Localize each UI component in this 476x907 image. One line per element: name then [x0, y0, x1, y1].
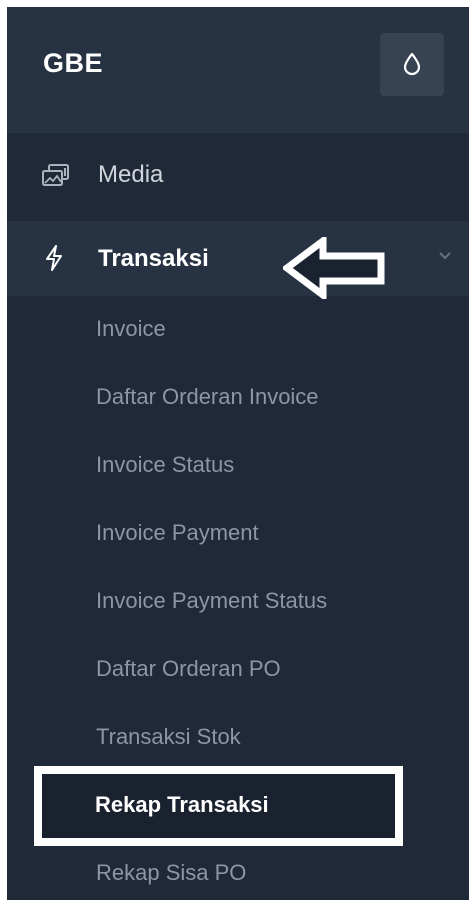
submenu-item-invoice-status[interactable]: Invoice Status: [96, 452, 234, 478]
droplet-icon: [403, 52, 421, 76]
submenu-item-daftar-orderan-invoice[interactable]: Daftar Orderan Invoice: [96, 384, 319, 410]
submenu-item-invoice-payment[interactable]: Invoice Payment: [96, 520, 259, 546]
submenu-item-transaksi-stok[interactable]: Transaksi Stok: [96, 724, 241, 750]
sidebar-item-transaksi-label: Transaksi: [98, 245, 209, 272]
arrow-left-annotation-icon: [283, 237, 385, 299]
submenu-item-rekap-sisa-po[interactable]: Rekap Sisa PO: [96, 860, 246, 886]
submenu-item-invoice[interactable]: Invoice: [96, 316, 166, 342]
lightning-icon: [46, 245, 62, 271]
theme-toggle-button[interactable]: [380, 33, 444, 96]
submenu-item-invoice-payment-status[interactable]: Invoice Payment Status: [96, 588, 327, 614]
brand-title: GBE: [43, 48, 104, 78]
sidebar-header: GBE: [7, 7, 469, 133]
chevron-down-icon[interactable]: [438, 251, 452, 261]
media-gallery-icon: [42, 164, 69, 186]
sidebar-item-transaksi[interactable]: Transaksi: [7, 221, 469, 296]
submenu-item-daftar-orderan-po[interactable]: Daftar Orderan PO: [96, 656, 281, 682]
sidebar: GBE Media Transaksi Invoice Daftar Order…: [7, 7, 469, 900]
sidebar-item-media[interactable]: Media: [7, 148, 469, 208]
submenu-item-rekap-transaksi[interactable]: Rekap Transaksi: [95, 792, 269, 818]
sidebar-item-media-label: Media: [98, 161, 164, 188]
